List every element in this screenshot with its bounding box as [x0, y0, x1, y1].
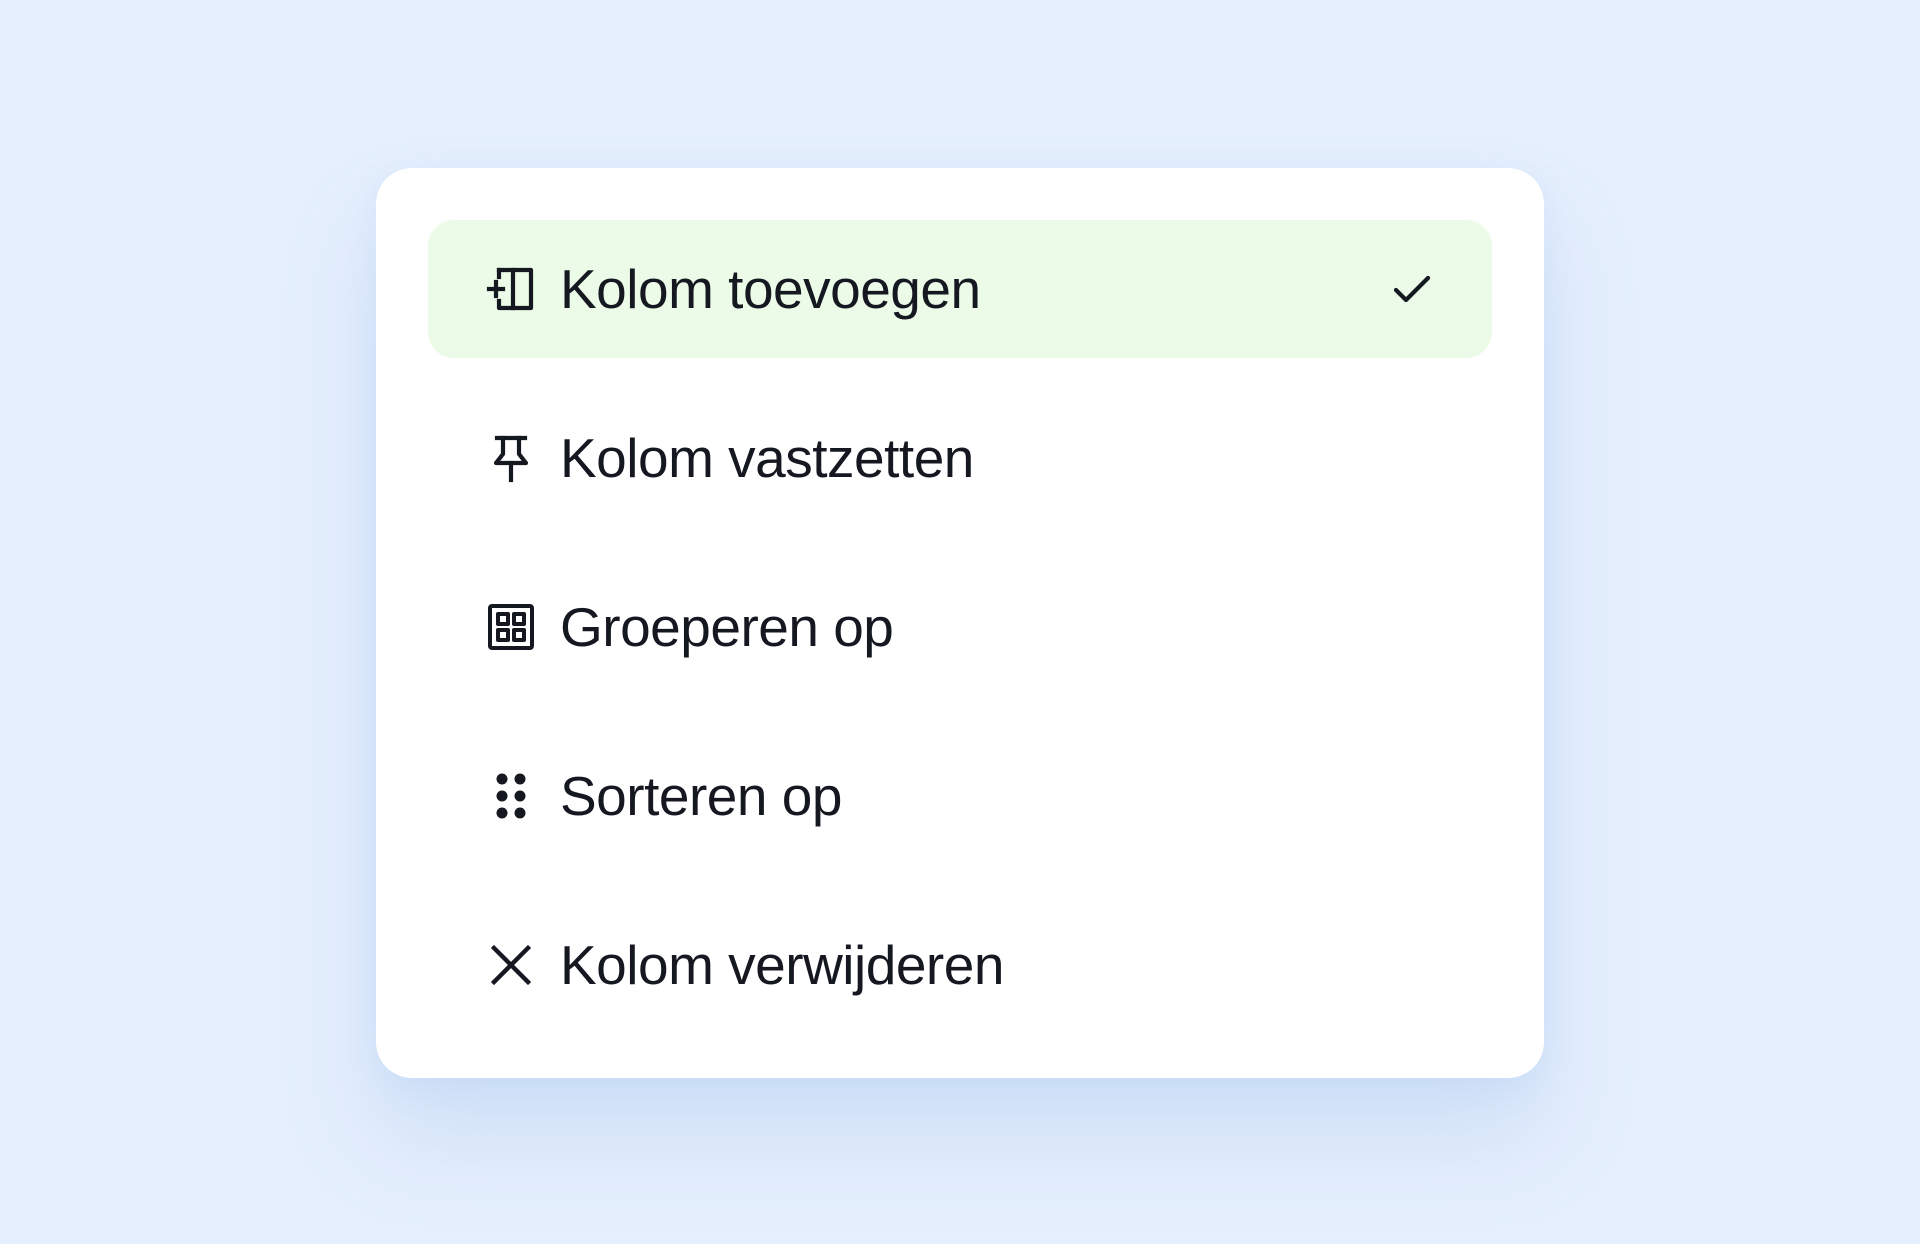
menu-item-kolom-toevoegen[interactable]: Kolom toevoegen [428, 220, 1492, 358]
pin-icon [486, 433, 536, 483]
menu-item-sorteren-op[interactable]: Sorteren op [428, 727, 1492, 865]
menu-item-kolom-vastzetten[interactable]: Kolom vastzetten [428, 389, 1492, 527]
menu-item-label: Kolom verwijderen [560, 934, 1004, 996]
column-context-menu: Kolom toevoegen Kolom vastzetten Groeper… [376, 168, 1544, 1078]
menu-item-label: Groeperen op [560, 596, 894, 658]
menu-item-kolom-verwijderen[interactable]: Kolom verwijderen [428, 896, 1492, 1034]
drag-dots-icon [486, 771, 536, 821]
menu-item-label: Sorteren op [560, 765, 842, 827]
checkmark-icon [1390, 267, 1434, 311]
close-icon [486, 940, 536, 990]
menu-item-groeperen-op[interactable]: Groeperen op [428, 558, 1492, 696]
add-column-icon [486, 264, 536, 314]
menu-item-label: Kolom vastzetten [560, 427, 974, 489]
group-grid-icon [486, 602, 536, 652]
menu-item-label: Kolom toevoegen [560, 258, 981, 320]
